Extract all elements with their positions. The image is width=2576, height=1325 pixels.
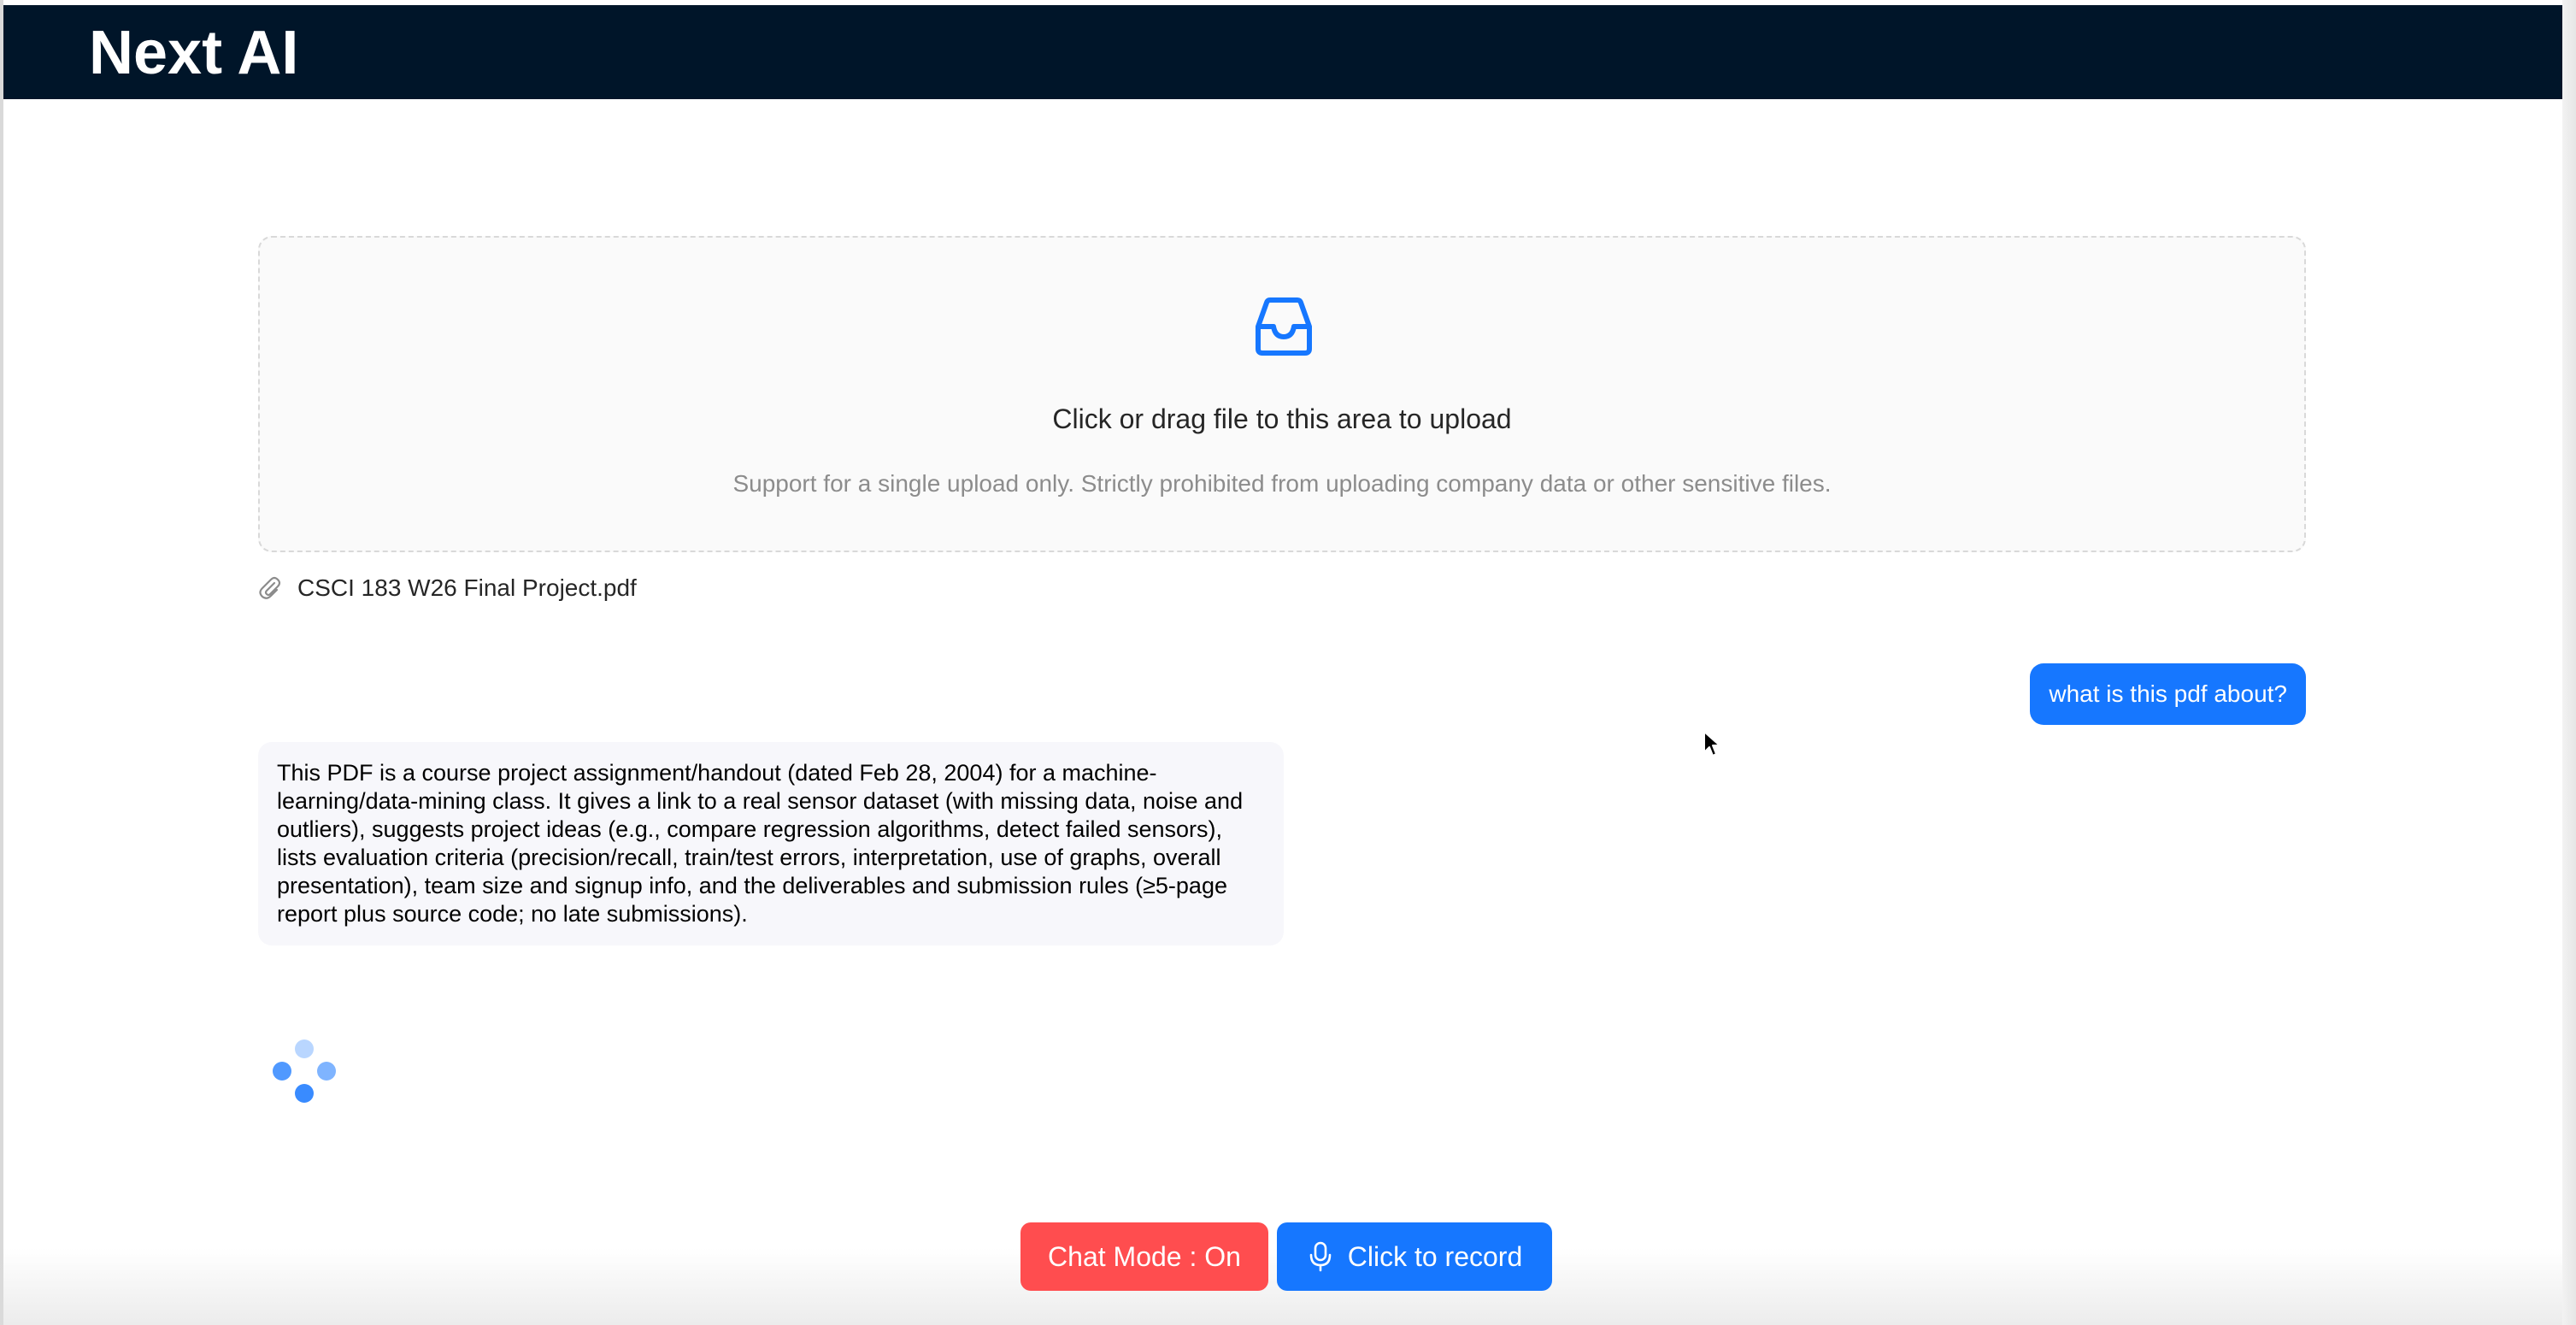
uploaded-file-name: CSCI 183 W26 Final Project.pdf	[297, 574, 637, 601]
user-message-bubble: what is this pdf about?	[2030, 663, 2306, 725]
paperclip-icon	[259, 576, 281, 599]
window-right-edge	[2562, 0, 2576, 1325]
spinner-dot	[295, 1084, 314, 1103]
control-bar: Chat Mode : On Click to record	[1020, 1222, 1552, 1291]
app-window: Next AI Click or drag file to this area …	[0, 0, 2576, 1325]
app-header: Next AI	[3, 5, 2562, 99]
microphone-icon	[1309, 1241, 1332, 1272]
loading-spinner	[270, 1036, 338, 1104]
spinner-dot	[295, 1039, 314, 1058]
spinner-dot	[273, 1062, 291, 1081]
ai-message-bubble: This PDF is a course project assignment/…	[258, 742, 1284, 945]
app-title: Next AI	[89, 19, 299, 87]
uploaded-file-item[interactable]: CSCI 183 W26 Final Project.pdf	[258, 571, 637, 605]
upload-hint: Support for a single upload only. Strict…	[732, 470, 1832, 497]
upload-dropzone[interactable]: Click or drag file to this area to uploa…	[258, 236, 2306, 552]
mouse-cursor-icon	[1703, 731, 1720, 757]
chat-mode-toggle-button[interactable]: Chat Mode : On	[1020, 1222, 1268, 1291]
window-left-edge	[0, 0, 3, 1325]
record-label: Click to record	[1347, 1241, 1523, 1272]
record-button[interactable]: Click to record	[1277, 1222, 1552, 1291]
spinner-dot	[317, 1062, 336, 1081]
chat-mode-label: Chat Mode : On	[1048, 1241, 1241, 1272]
upload-prompt: Click or drag file to this area to uploa…	[1052, 403, 1512, 434]
inbox-icon	[1256, 297, 1312, 356]
